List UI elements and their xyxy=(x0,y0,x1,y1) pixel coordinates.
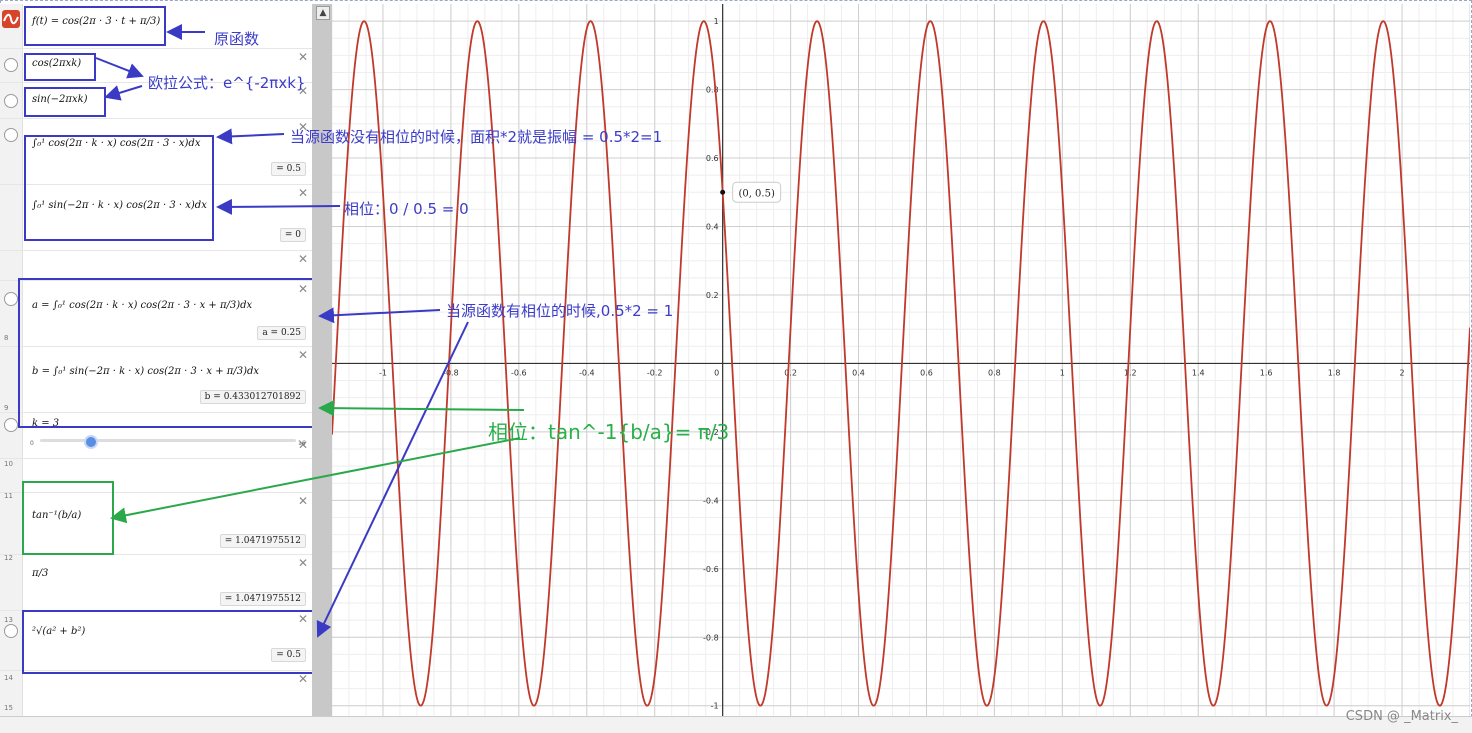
x-tick-label: 1.8 xyxy=(1328,368,1341,377)
visibility-toggle-icon[interactable] xyxy=(4,58,18,72)
highlight-box-tan xyxy=(22,481,114,555)
annotation-no-phase: 当源函数没有相位的时候，面积*2就是振幅 = 0.5*2=1 xyxy=(290,128,663,146)
delete-row-icon[interactable]: ✕ xyxy=(298,672,308,686)
algebra-row-empty[interactable]: ✕ xyxy=(0,250,312,281)
algebra-row-pi3[interactable]: π/3 = 1.0471975512 ✕ xyxy=(0,554,312,611)
x-tick-label: 1 xyxy=(1060,368,1065,377)
algebra-panel: f(t) = cos(2π · 3 · t + π/3) cos(2πxk) ✕… xyxy=(0,4,313,716)
x-tick-label: -0.8 xyxy=(443,368,459,377)
highlight-box-sqrt xyxy=(22,610,312,674)
algebra-row-input[interactable]: ✕ xyxy=(0,670,312,716)
y-tick-label: 0.6 xyxy=(706,154,719,163)
watermark: CSDN @ _Matrix_ xyxy=(1345,709,1458,724)
y-tick-label: 0.8 xyxy=(706,86,719,95)
highlight-box-sin xyxy=(24,87,106,117)
delete-row-icon[interactable]: ✕ xyxy=(298,556,308,570)
visibility-toggle-icon[interactable] xyxy=(4,292,18,306)
x-tick-label: 1.6 xyxy=(1260,368,1273,377)
graph-canvas[interactable]: -1 -0.8 -0.6 -0.4 -0.2 0.2 0.4 0.6 0.8 1 1.2 1.4 1.6… xyxy=(332,4,1470,716)
graphics-view[interactable]: -1 -0.8 -0.6 -0.4 -0.2 0.2 0.4 0.6 0.8 1 1.2 1.4 1.6… xyxy=(332,4,1470,716)
delete-row-icon[interactable]: ✕ xyxy=(298,186,308,200)
slider-max: 16 xyxy=(298,440,306,447)
y-tick-label: 0.2 xyxy=(706,291,719,300)
row-number: 14 xyxy=(4,674,13,682)
visibility-toggle-icon[interactable] xyxy=(4,94,18,108)
highlight-box-integrals xyxy=(24,135,214,241)
row-number: 8 xyxy=(4,334,9,342)
row-number: 15 xyxy=(4,704,13,712)
tan-result: = 1.0471975512 xyxy=(219,534,306,548)
algebra-scrollbar[interactable] xyxy=(312,4,332,716)
x-tick-label: 2 xyxy=(1400,368,1405,377)
row-number: 9 xyxy=(4,404,9,412)
row-number: 11 xyxy=(4,492,13,500)
highlight-box-cos xyxy=(24,53,96,81)
visibility-toggle-icon[interactable] xyxy=(4,128,18,142)
annotation-with-phase: 当源函数有相位的时候,0.5*2 = 1 xyxy=(446,302,674,320)
k-value[interactable]: k = 3 xyxy=(32,418,59,429)
highlight-box-f xyxy=(24,6,166,46)
y-tick-label: 0.4 xyxy=(706,223,719,232)
highlight-box-ab xyxy=(18,278,312,428)
annotation-euler: 欧拉公式：e^{-2πxk} xyxy=(148,74,306,92)
integral-cos-result: = 0.5 xyxy=(271,162,306,176)
origin-label: 0 xyxy=(714,368,719,377)
x-tick-label: -0.4 xyxy=(579,368,595,377)
row-number: 12 xyxy=(4,554,13,562)
slider-min: 0 xyxy=(30,440,34,447)
x-tick-label: 0.2 xyxy=(784,368,797,377)
x-tick-label: -0.6 xyxy=(511,368,527,377)
pi-third-result: = 1.0471975512 xyxy=(219,592,306,606)
y-tick-label: 1 xyxy=(714,17,719,26)
y-tick-label: -0.4 xyxy=(703,496,719,505)
y-tick-label: -1 xyxy=(711,702,719,711)
play-icon[interactable] xyxy=(4,418,18,432)
delete-row-icon[interactable]: ✕ xyxy=(298,252,308,266)
annotation-phase-zero: 相位：0 / 0.5 = 0 xyxy=(344,200,469,218)
x-tick-label: 0.6 xyxy=(920,368,933,377)
x-tick-label: 1.4 xyxy=(1192,368,1205,377)
point-0-0.5 xyxy=(720,189,726,195)
row-number: 13 xyxy=(4,616,13,624)
delete-row-icon[interactable]: ✕ xyxy=(298,50,308,64)
k-slider-knob[interactable] xyxy=(84,435,98,449)
annotation-original: 原函数 xyxy=(214,30,260,48)
row-number: 10 xyxy=(4,460,13,468)
y-tick-label: -0.8 xyxy=(703,633,719,642)
algebra-row-k[interactable]: k = 3 ✕ 0 16 xyxy=(0,412,312,459)
x-tick-label: -1 xyxy=(379,368,387,377)
integral-sin-result: = 0 xyxy=(279,228,306,242)
x-tick-label: 0.8 xyxy=(988,368,1001,377)
x-tick-label: -0.2 xyxy=(647,368,663,377)
visibility-toggle-icon[interactable] xyxy=(4,624,18,638)
x-tick-label: 0.4 xyxy=(852,368,865,377)
k-slider-track[interactable] xyxy=(40,439,296,442)
delete-row-icon[interactable]: ✕ xyxy=(298,494,308,508)
y-tick-label: -0.6 xyxy=(703,565,719,574)
annotation-phase-tan: 相位：tan^-1{b/a}= π/3 xyxy=(488,420,730,444)
x-tick-label: 1.2 xyxy=(1124,368,1137,377)
point-label: (0, 0.5) xyxy=(738,188,775,199)
pi-third-expression[interactable]: π/3 xyxy=(32,568,48,579)
scroll-up-icon[interactable]: ▲ xyxy=(316,6,330,20)
bottom-bar xyxy=(0,716,1472,733)
